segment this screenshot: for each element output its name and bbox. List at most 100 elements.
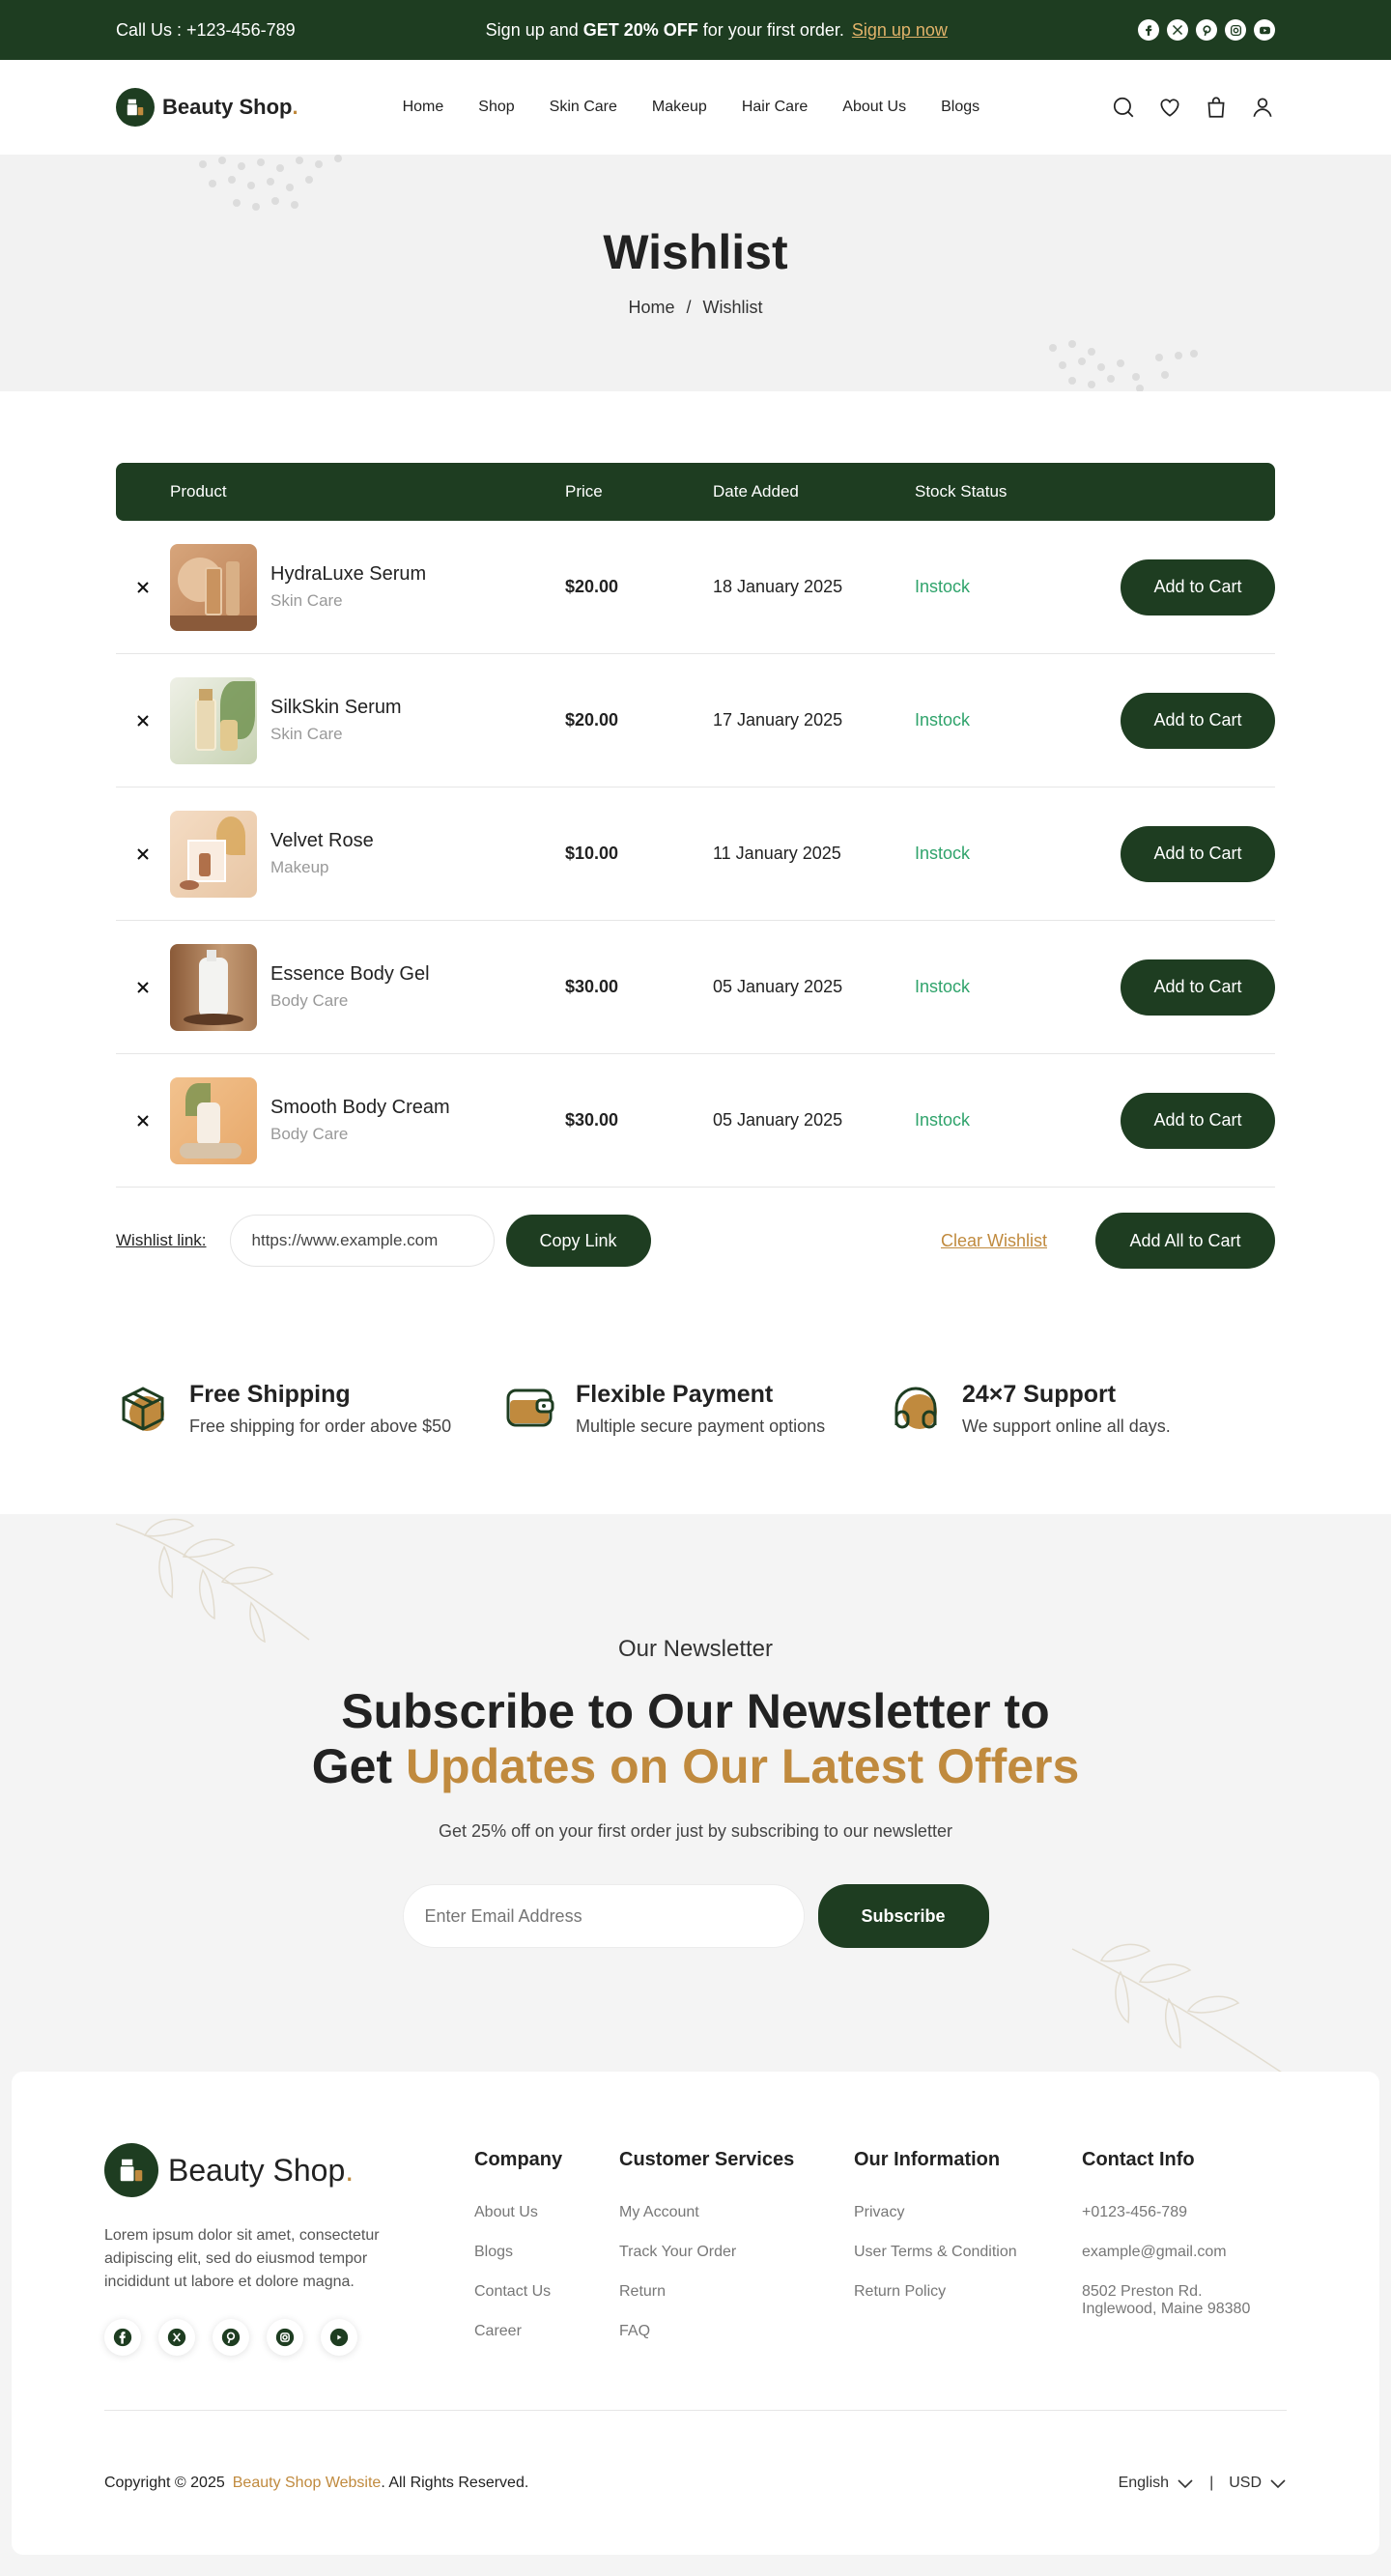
table-row: SilkSkin Serum Skin Care $20.00 17 Janua… — [116, 654, 1275, 787]
facebook-icon[interactable] — [1138, 19, 1159, 41]
remove-item-icon[interactable] — [116, 580, 170, 595]
footer-link[interactable]: Return Policy — [854, 2283, 1082, 2301]
nav-about-us[interactable]: About Us — [842, 99, 906, 116]
signup-link[interactable]: Sign up now — [852, 20, 948, 40]
instagram-icon[interactable] — [267, 2319, 303, 2356]
footer-link[interactable]: My Account — [619, 2204, 854, 2221]
feature-item: 24×7 Support We support online all days. — [889, 1381, 1275, 1437]
top-social-links — [1138, 19, 1275, 41]
remove-item-icon[interactable] — [116, 846, 170, 862]
contact-phone[interactable]: +0123-456-789 — [1082, 2204, 1256, 2221]
breadcrumb-current: Wishlist — [702, 298, 763, 317]
newsletter-title-line1: Subscribe to Our Newsletter to — [341, 1684, 1050, 1738]
nav-hair-care[interactable]: Hair Care — [742, 99, 808, 116]
add-all-to-cart-button[interactable]: Add All to Cart — [1095, 1213, 1275, 1269]
copyright: Copyright © 2025 Beauty Shop Website. All… — [104, 2475, 528, 2492]
nav-skin-care[interactable]: Skin Care — [550, 99, 617, 116]
promo-pre: Sign up and — [485, 19, 583, 40]
footer-col-title: Our Information — [854, 2149, 1001, 2170]
footer-link[interactable]: Privacy — [854, 2204, 1082, 2221]
logo-text: Beauty Shop — [162, 95, 293, 119]
footer-link[interactable]: Blogs — [474, 2244, 619, 2261]
breadcrumb-home[interactable]: Home — [628, 298, 674, 317]
copyright-link[interactable]: Beauty Shop Website — [233, 2475, 382, 2491]
header-product: Product — [170, 482, 227, 501]
pinterest-icon[interactable] — [213, 2319, 249, 2356]
remove-item-icon[interactable] — [116, 980, 170, 995]
footer-col-title: Company — [474, 2149, 563, 2170]
bag-icon[interactable] — [1204, 95, 1229, 120]
add-to-cart-button[interactable]: Add to Cart — [1121, 558, 1275, 615]
product-price: $20.00 — [565, 710, 619, 730]
language-select[interactable]: English — [1119, 2475, 1194, 2492]
footer-col-company: Company About Us Blogs Contact Us Career — [474, 2143, 619, 2362]
product-name[interactable]: Velvet Rose — [270, 830, 374, 852]
header-actions — [1111, 95, 1275, 120]
footer-link[interactable]: Contact Us — [474, 2283, 619, 2301]
footer-link[interactable]: Career — [474, 2323, 619, 2340]
nav-home[interactable]: Home — [403, 99, 444, 116]
pinterest-icon[interactable] — [1196, 19, 1217, 41]
decorative-dots — [199, 155, 342, 211]
add-to-cart-button[interactable]: Add to Cart — [1121, 692, 1275, 749]
product-price: $30.00 — [565, 977, 619, 996]
product-image[interactable] — [170, 676, 257, 764]
facebook-icon[interactable] — [104, 2319, 141, 2356]
product-image[interactable] — [170, 810, 257, 898]
contact-email[interactable]: example@gmail.com — [1082, 2244, 1256, 2261]
product-name[interactable]: Essence Body Gel — [270, 963, 430, 986]
stock-status: Instock — [915, 977, 971, 996]
logo[interactable]: Beauty Shop. — [116, 88, 298, 127]
nav-blogs[interactable]: Blogs — [941, 99, 979, 116]
chevron-down-icon — [1178, 2478, 1193, 2488]
product-category: Body Care — [270, 991, 349, 1010]
clear-wishlist-link[interactable]: Clear Wishlist — [941, 1231, 1047, 1251]
remove-item-icon[interactable] — [116, 713, 170, 729]
footer-bottom-bar: Copyright © 2025 Beauty Shop Website. All… — [104, 2410, 1287, 2555]
promo-bold: GET 20% OFF — [582, 19, 698, 40]
footer-link[interactable]: User Terms & Condition — [854, 2244, 1082, 2261]
footer-link[interactable]: FAQ — [619, 2323, 854, 2340]
chevron-down-icon — [1270, 2478, 1286, 2488]
add-to-cart-button[interactable]: Add to Cart — [1121, 959, 1275, 1016]
wishlist-link-input[interactable] — [229, 1215, 495, 1267]
product-name[interactable]: Smooth Body Cream — [270, 1097, 450, 1119]
header-stock: Stock Status — [915, 482, 1008, 501]
search-icon[interactable] — [1111, 95, 1136, 120]
footer-link[interactable]: Return — [619, 2283, 854, 2301]
product-image[interactable] — [170, 943, 257, 1031]
currency-select[interactable]: USD — [1229, 2475, 1287, 2492]
user-icon[interactable] — [1250, 95, 1275, 120]
nav-makeup[interactable]: Makeup — [652, 99, 707, 116]
heart-icon[interactable] — [1157, 95, 1182, 120]
subscribe-button[interactable]: Subscribe — [817, 1884, 989, 1948]
footer-link[interactable]: About Us — [474, 2204, 619, 2221]
breadcrumb: Home / Wishlist — [0, 298, 1391, 318]
footer-col-contact-info: Contact Info +0123-456-789 example@gmail… — [1082, 2143, 1256, 2362]
product-name[interactable]: SilkSkin Serum — [270, 697, 402, 719]
product-category: Body Care — [270, 1125, 349, 1143]
youtube-icon[interactable] — [321, 2319, 357, 2356]
add-to-cart-button[interactable]: Add to Cart — [1121, 1092, 1275, 1149]
stock-status: Instock — [915, 844, 971, 863]
footer-logo[interactable]: Beauty Shop. — [104, 2143, 474, 2197]
youtube-icon[interactable] — [1254, 19, 1275, 41]
add-to-cart-button[interactable]: Add to Cart — [1121, 825, 1275, 882]
top-bar: Call Us : +123-456-789 Sign up and GET 2… — [0, 0, 1391, 60]
copy-link-button[interactable]: Copy Link — [505, 1215, 651, 1267]
product-image[interactable] — [170, 543, 257, 631]
product-name[interactable]: HydraLuxe Serum — [270, 563, 426, 586]
promo-text: Sign up and GET 20% OFF for your first o… — [486, 20, 948, 41]
footer-link[interactable]: Track Your Order — [619, 2244, 854, 2261]
contact-address: 8502 Preston Rd. Inglewood, Maine 98380 — [1082, 2283, 1251, 2317]
feature-title: 24×7 Support — [962, 1381, 1117, 1408]
x-icon[interactable] — [158, 2319, 195, 2356]
instagram-icon[interactable] — [1225, 19, 1246, 41]
feature-title: Flexible Payment — [576, 1381, 774, 1408]
remove-item-icon[interactable] — [116, 1113, 170, 1129]
email-input[interactable] — [402, 1884, 805, 1948]
x-icon[interactable] — [1167, 19, 1188, 41]
footer-col-our-information: Our Information Privacy User Terms & Con… — [854, 2143, 1082, 2362]
nav-shop[interactable]: Shop — [478, 99, 514, 116]
product-image[interactable] — [170, 1076, 257, 1164]
